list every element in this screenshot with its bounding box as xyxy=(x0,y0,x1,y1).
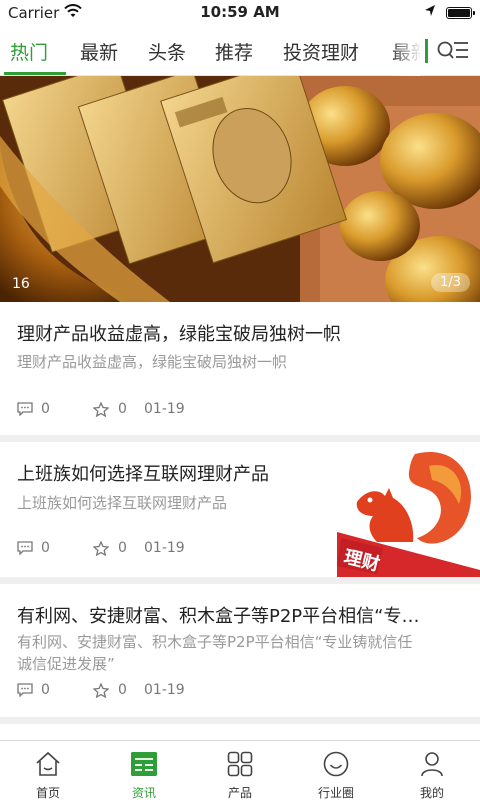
star-icon xyxy=(93,683,109,698)
banner-page-indicator: 1/3 xyxy=(431,273,470,292)
comment-count: 0 xyxy=(41,401,50,417)
nav-products[interactable]: 产品 xyxy=(192,741,288,800)
person-icon xyxy=(421,752,443,777)
news-summary: 上班族如何选择互联网理财产品 xyxy=(17,494,228,512)
news-title: 上班族如何选择互联网理财产品 xyxy=(17,464,269,485)
grid-icon xyxy=(227,751,253,777)
news-title: 有利网、安捷财富、积木盒子等P2P平台相信“专… xyxy=(17,606,420,627)
favorite-count: 0 xyxy=(118,682,127,698)
favorite-count: 0 xyxy=(118,401,127,417)
star-icon xyxy=(93,541,109,556)
tab-list: 热门 最新 头条 推荐 投资理财 最新 xyxy=(0,26,420,76)
list-separator xyxy=(0,717,480,724)
comment-count: 0 xyxy=(41,682,50,698)
home-icon xyxy=(36,751,60,776)
tab-hot[interactable]: 热门 xyxy=(10,38,48,65)
news-summary-line-1: 有利网、安捷财富、积木盒子等P2P平台相信“专业铸就信任 xyxy=(17,633,413,651)
tab-investment[interactable]: 投资理财 xyxy=(283,38,359,65)
nav-news[interactable]: 资讯 xyxy=(96,741,192,800)
bottom-nav: 首页 资讯 产品 行业圈 我的 xyxy=(0,740,480,800)
news-meta: 0 0 01-19 xyxy=(17,400,317,420)
news-summary-line-2: 诚信促进发展” xyxy=(17,655,115,673)
category-tabs: 热门 最新 头条 推荐 投资理财 最新 xyxy=(0,26,480,76)
active-tab-indicator xyxy=(4,72,66,75)
news-item-partial xyxy=(0,724,480,740)
favorite-count: 0 xyxy=(118,540,127,556)
tab-latest[interactable]: 最新 xyxy=(80,38,118,65)
comment-icon xyxy=(17,541,33,555)
location-arrow-icon xyxy=(425,5,435,16)
news-thumbnail: 理财 xyxy=(337,442,480,583)
smile-icon xyxy=(323,751,349,777)
banner-image xyxy=(0,76,480,302)
comment-icon xyxy=(17,683,33,697)
banner-counter: 16 xyxy=(12,276,30,292)
news-meta: 0 0 01-19 xyxy=(17,681,317,701)
hero-banner[interactable]: 16 1/3 xyxy=(0,76,480,302)
nav-home[interactable]: 首页 xyxy=(0,741,96,800)
status-bar: Carrier 10:59 AM xyxy=(0,0,480,26)
nav-industry[interactable]: 行业圈 xyxy=(288,741,384,800)
news-meta: 0 0 01-19 xyxy=(17,539,317,559)
news-title: 理财产品收益虚高，绿能宝破局独树一帜 xyxy=(17,324,341,345)
news-item[interactable]: 理财产品收益虚高，绿能宝破局独树一帜 理财产品收益虚高，绿能宝破局独树一帜 0 … xyxy=(0,302,480,435)
news-item[interactable]: 有利网、安捷财富、积木盒子等P2P平台相信“专… 有利网、安捷财富、积木盒子等P… xyxy=(0,584,480,717)
nav-label: 资讯 xyxy=(131,786,156,800)
tab-recommended[interactable]: 推荐 xyxy=(215,38,253,65)
clock: 10:59 AM xyxy=(200,3,280,21)
tab-headlines[interactable]: 头条 xyxy=(148,38,186,65)
list-separator xyxy=(0,435,480,442)
search-list-icon[interactable] xyxy=(436,38,470,64)
squirrel-image: 理财 xyxy=(337,442,480,583)
list-separator xyxy=(0,577,480,584)
comment-icon xyxy=(17,402,33,416)
nav-label: 行业圈 xyxy=(317,786,354,800)
tab-fade xyxy=(390,26,420,76)
nav-label: 首页 xyxy=(35,786,60,800)
news-date: 01-19 xyxy=(144,401,185,417)
news-icon xyxy=(131,752,157,776)
nav-label: 我的 xyxy=(419,786,444,800)
star-icon xyxy=(93,402,109,417)
tab-divider xyxy=(425,39,428,63)
battery-icon xyxy=(446,7,475,19)
nav-label: 产品 xyxy=(227,786,252,800)
news-item[interactable]: 上班族如何选择互联网理财产品 上班族如何选择互联网理财产品 0 0 01-19 … xyxy=(0,442,480,583)
news-date: 01-19 xyxy=(144,682,185,698)
news-date: 01-19 xyxy=(144,540,185,556)
nav-me[interactable]: 我的 xyxy=(384,741,480,800)
news-summary: 理财产品收益虚高，绿能宝破局独树一帜 xyxy=(17,353,288,371)
comment-count: 0 xyxy=(41,540,50,556)
